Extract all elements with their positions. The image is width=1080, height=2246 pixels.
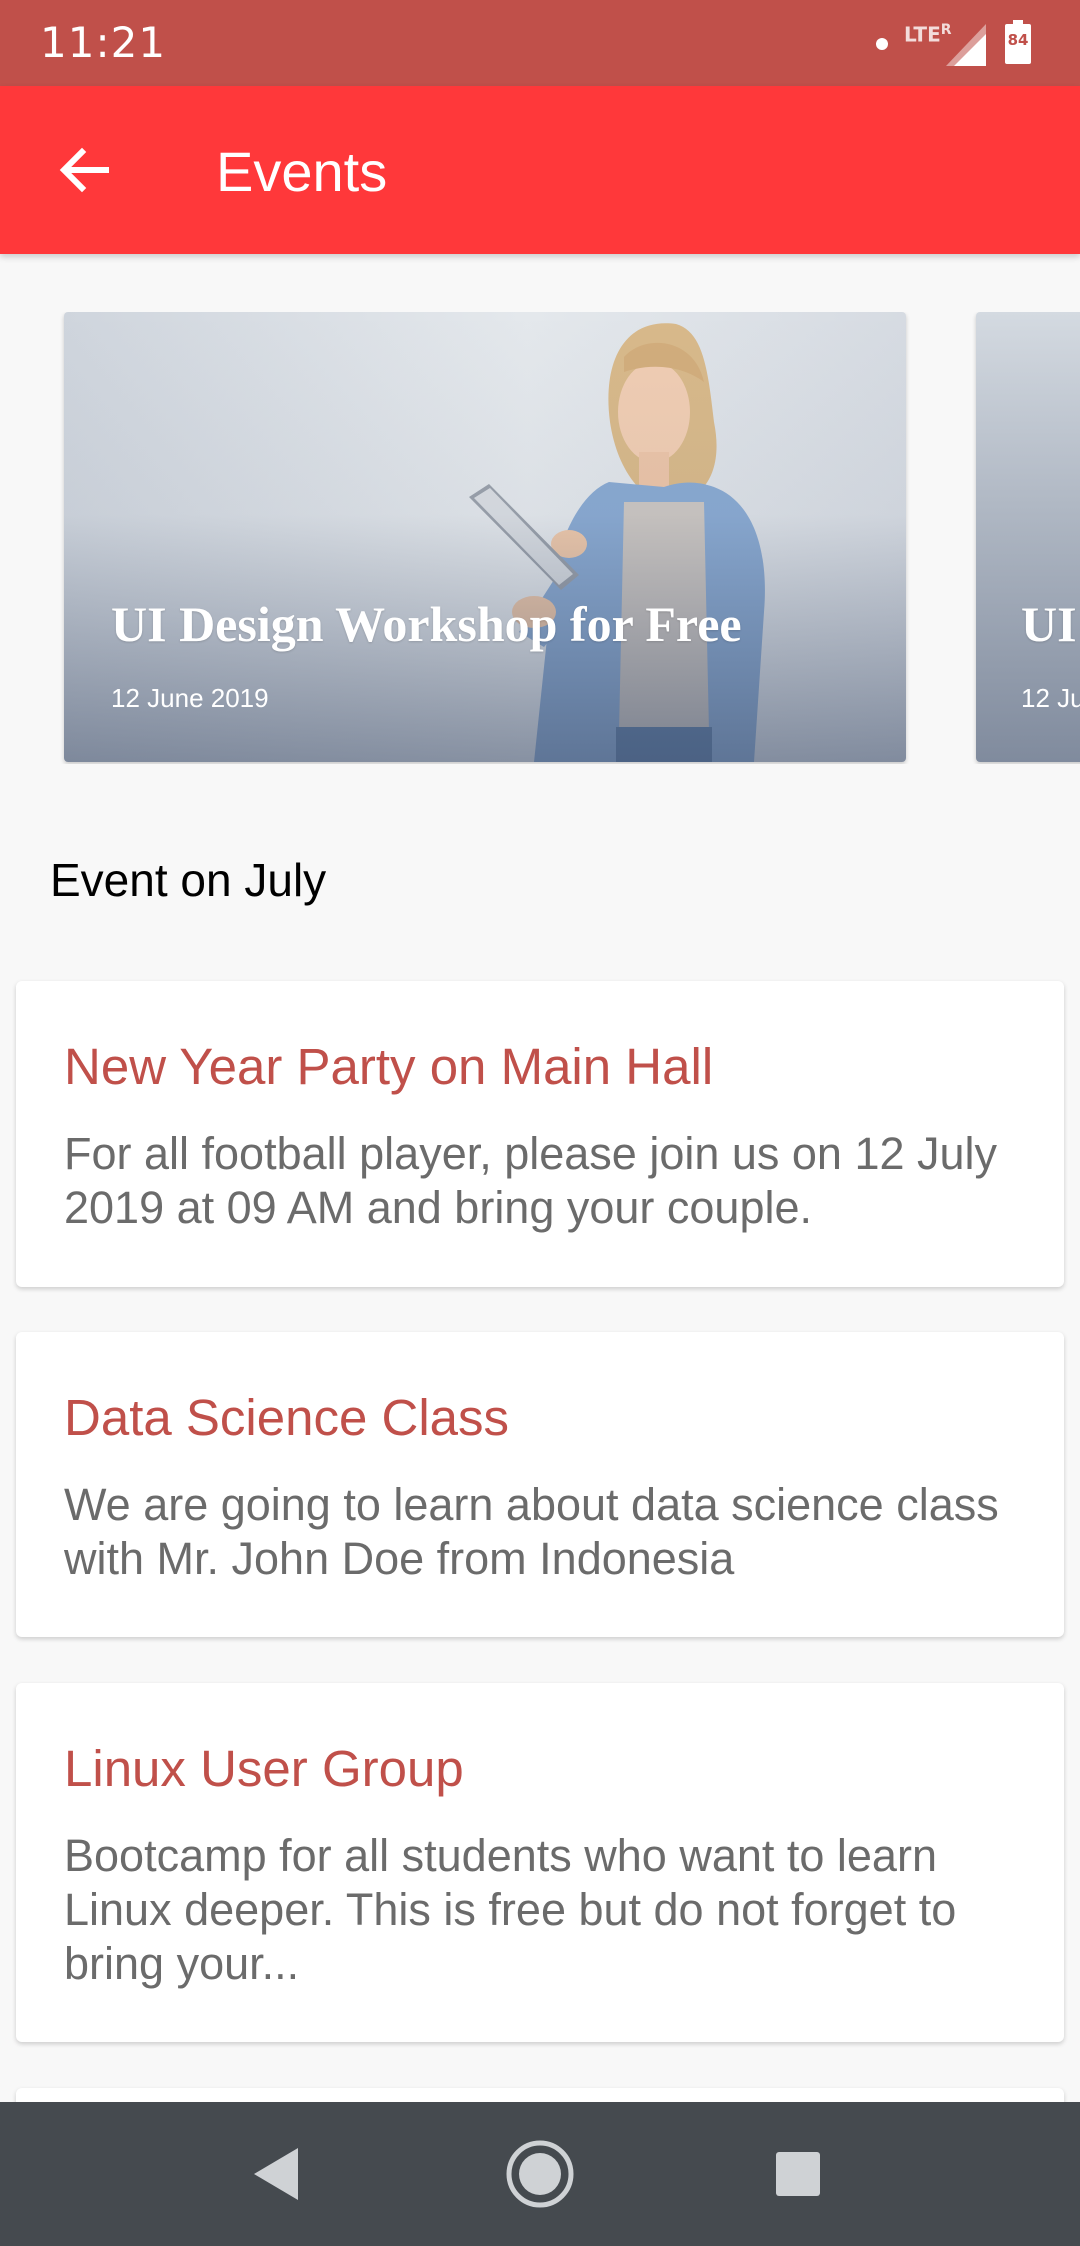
event-card[interactable]: Data Science Class We are going to learn… <box>16 1332 1064 1637</box>
banner-title: UI <box>1021 596 1077 652</box>
banner-title: UI Design Workshop for Free <box>111 596 742 652</box>
square-recents-icon <box>776 2152 820 2196</box>
notification-dot-icon <box>876 38 888 50</box>
event-description: For all football player, please join us … <box>64 1128 998 1233</box>
back-button[interactable] <box>40 126 128 214</box>
event-card[interactable]: New Year Party on Main Hall For all foot… <box>16 981 1064 1287</box>
event-title: Linux User Group <box>64 1740 464 1797</box>
event-title: New Year Party on Main Hall <box>64 1038 714 1095</box>
event-title: Data Science Class <box>64 1389 510 1446</box>
lte-label: LTER <box>904 22 952 47</box>
banner-date: 12 Ju <box>1021 683 1080 713</box>
battery-level: 84 <box>1007 31 1029 49</box>
featured-carousel[interactable]: UI Design Workshop for Free 12 June 2019… <box>0 312 1080 764</box>
signal-icon <box>946 24 986 66</box>
nav-recents-button[interactable] <box>750 2126 846 2222</box>
status-time: 11:21 <box>40 18 167 67</box>
system-nav-bar <box>0 2102 1080 2246</box>
page-title: Events <box>216 140 388 203</box>
triangle-back-icon <box>254 2148 298 2200</box>
arrow-left-icon <box>59 147 109 193</box>
event-description: We are going to learn about data science… <box>64 1479 999 1584</box>
app-bar: Events <box>0 86 1080 254</box>
event-description: Bootcamp for all students who want to le… <box>64 1830 957 1989</box>
featured-event-banner[interactable]: UI 12 Ju <box>976 312 1080 762</box>
banner-date: 12 June 2019 <box>111 683 269 713</box>
featured-event-banner[interactable]: UI Design Workshop for Free 12 June 2019 <box>64 312 906 762</box>
nav-home-button[interactable] <box>492 2126 588 2222</box>
circle-home-icon <box>506 2140 574 2208</box>
status-bar: 11:21 LTER 84 <box>0 0 1080 86</box>
event-card[interactable]: Linux User Group Bootcamp for all studen… <box>16 1683 1064 2042</box>
nav-back-button[interactable] <box>228 2126 324 2222</box>
section-title: Event on July <box>50 854 327 906</box>
